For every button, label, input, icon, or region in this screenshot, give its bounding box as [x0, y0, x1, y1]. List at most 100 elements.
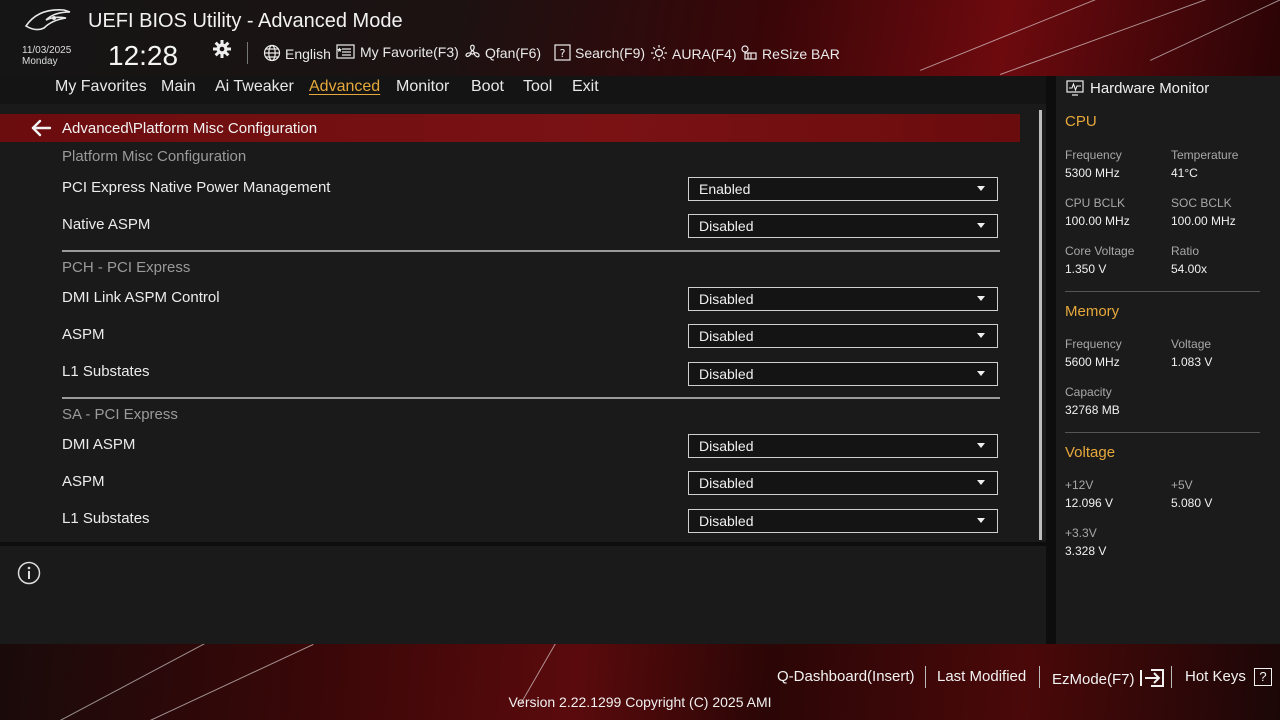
- hardware-monitor-panel: Hardware Monitor CPU Frequency 5300 MHz …: [1056, 76, 1280, 644]
- memory-voltage-label: Voltage: [1171, 337, 1212, 351]
- section-divider: [62, 397, 1000, 399]
- v33-label: +3.3V: [1065, 526, 1097, 540]
- core-voltage-value: 1.350 V: [1065, 262, 1107, 276]
- footer-divider: [1171, 666, 1172, 688]
- search-button[interactable]: ? Search(F9): [554, 44, 645, 61]
- cpu-bclk-label: CPU BCLK: [1065, 196, 1126, 210]
- pch-aspm-dropdown[interactable]: Disabled: [688, 324, 998, 348]
- version-text: Version 2.22.1299 Copyright (C) 2025 AMI: [508, 694, 772, 710]
- resize-bar-icon: [741, 45, 757, 60]
- app-title: UEFI BIOS Utility - Advanced Mode: [88, 10, 403, 32]
- svg-text:?: ?: [560, 47, 566, 60]
- dropdown-arrow-icon: [977, 186, 985, 191]
- cpu-temperature-value: 41°C: [1171, 166, 1198, 180]
- qfan-button[interactable]: Qfan(F6): [464, 44, 541, 61]
- hot-keys-label: Hot Keys: [1185, 668, 1246, 685]
- sa-dmi-aspm-dropdown[interactable]: Disabled: [688, 434, 998, 458]
- tab-monitor[interactable]: Monitor: [396, 78, 449, 96]
- memory-frequency-label: Frequency: [1065, 337, 1122, 351]
- dropdown-value: Disabled: [699, 438, 754, 454]
- setting-label: L1 Substates: [62, 510, 150, 527]
- gear-icon[interactable]: [212, 39, 232, 59]
- dropdown-value: Enabled: [699, 181, 751, 197]
- globe-icon: [263, 44, 281, 62]
- footer-divider: [925, 666, 926, 688]
- fan-icon: [465, 44, 480, 58]
- tab-exit[interactable]: Exit: [572, 78, 599, 96]
- setting-label: ASPM: [62, 473, 105, 490]
- aura-label: AURA(F4): [672, 46, 737, 62]
- dmi-link-aspm-dropdown[interactable]: Disabled: [688, 287, 998, 311]
- dropdown-arrow-icon: [977, 518, 985, 523]
- dropdown-arrow-icon: [977, 371, 985, 376]
- v5-label: +5V: [1171, 478, 1193, 492]
- cpu-heading: CPU: [1065, 113, 1097, 130]
- dropdown-arrow-icon: [977, 480, 985, 485]
- language-button[interactable]: English: [263, 44, 331, 62]
- tab-advanced[interactable]: Advanced: [309, 78, 380, 96]
- native-aspm-dropdown[interactable]: Disabled: [688, 214, 998, 238]
- my-favorite-button[interactable]: My Favorite(F3): [336, 44, 459, 60]
- dropdown-arrow-icon: [977, 296, 985, 301]
- tab-tool[interactable]: Tool: [523, 78, 552, 96]
- bottom-bar: Q-Dashboard(Insert) Last Modified EzMode…: [0, 644, 1280, 720]
- breadcrumb: Advanced\Platform Misc Configuration: [0, 114, 1020, 142]
- pch-l1-substates-dropdown[interactable]: Disabled: [688, 362, 998, 386]
- scrollbar[interactable]: [1039, 110, 1042, 540]
- dropdown-value: Disabled: [699, 291, 754, 307]
- setting-label: ASPM: [62, 326, 105, 343]
- footer-divider: [1039, 666, 1040, 688]
- v12-label: +12V: [1065, 478, 1094, 492]
- soc-bclk-label: SOC BCLK: [1171, 196, 1232, 210]
- back-arrow-icon[interactable]: [30, 118, 52, 138]
- dropdown-value: Disabled: [699, 218, 754, 234]
- sa-aspm-dropdown[interactable]: Disabled: [688, 471, 998, 495]
- memory-capacity-label: Capacity: [1065, 385, 1112, 399]
- decor-streak: [920, 0, 1162, 71]
- tab-boot[interactable]: Boot: [471, 78, 504, 96]
- favorite-list-icon: [336, 44, 355, 59]
- setting-label: PCI Express Native Power Management: [62, 179, 331, 196]
- tab-main[interactable]: Main: [161, 78, 196, 96]
- memory-capacity-value: 32768 MB: [1065, 403, 1120, 417]
- clock[interactable]: 12:28: [108, 40, 178, 72]
- dropdown-value: Disabled: [699, 328, 754, 344]
- aura-button[interactable]: AURA(F4): [650, 44, 737, 62]
- memory-heading: Memory: [1065, 303, 1120, 320]
- search-help-icon: ?: [554, 44, 571, 61]
- q-dashboard-button[interactable]: Q-Dashboard(Insert): [777, 668, 915, 685]
- last-modified-button[interactable]: Last Modified: [937, 668, 1026, 685]
- help-key-icon: ?: [1254, 668, 1273, 686]
- ratio-value: 54.00x: [1171, 262, 1208, 276]
- memory-frequency-value: 5600 MHz: [1065, 355, 1120, 369]
- hot-keys-button[interactable]: Hot Keys ?: [1185, 668, 1273, 686]
- sa-l1-substates-dropdown[interactable]: Disabled: [688, 509, 998, 533]
- cpu-frequency-value: 5300 MHz: [1065, 166, 1120, 180]
- breadcrumb-path: Advanced\Platform Misc Configuration: [62, 120, 318, 137]
- help-panel: [0, 546, 1046, 644]
- setting-label: DMI ASPM: [62, 436, 136, 453]
- tab-ai-tweaker[interactable]: Ai Tweaker: [215, 78, 294, 96]
- date-display: 11/03/2025 Monday: [22, 45, 71, 67]
- info-icon: [17, 561, 41, 585]
- top-bar: UEFI BIOS Utility - Advanced Mode 11/03/…: [0, 0, 1280, 76]
- cpu-frequency-label: Frequency: [1065, 148, 1122, 162]
- pcie-native-power-mgmt-dropdown[interactable]: Enabled: [688, 177, 998, 201]
- monitor-icon: [1066, 80, 1084, 96]
- qfan-label: Qfan(F6): [485, 45, 542, 61]
- date-text: 11/03/2025: [22, 45, 72, 56]
- search-label: Search(F9): [575, 45, 646, 61]
- my-favorite-label: My Favorite(F3): [360, 44, 459, 60]
- hw-divider: [1065, 291, 1260, 292]
- resize-bar-label: ReSize BAR: [762, 46, 840, 62]
- ezmode-button[interactable]: EzMode(F7): [1052, 668, 1165, 688]
- tab-my-favorites[interactable]: My Favorites: [55, 78, 147, 96]
- language-label: English: [285, 46, 331, 62]
- setting-label: L1 Substates: [62, 363, 150, 380]
- setting-label: Native ASPM: [62, 216, 151, 233]
- dropdown-arrow-icon: [977, 443, 985, 448]
- resize-bar-button[interactable]: ReSize BAR: [740, 44, 840, 62]
- hardware-monitor-title: Hardware Monitor: [1090, 80, 1210, 97]
- section-heading-sa: SA - PCI Express: [62, 406, 178, 423]
- v33-value: 3.328 V: [1065, 544, 1107, 558]
